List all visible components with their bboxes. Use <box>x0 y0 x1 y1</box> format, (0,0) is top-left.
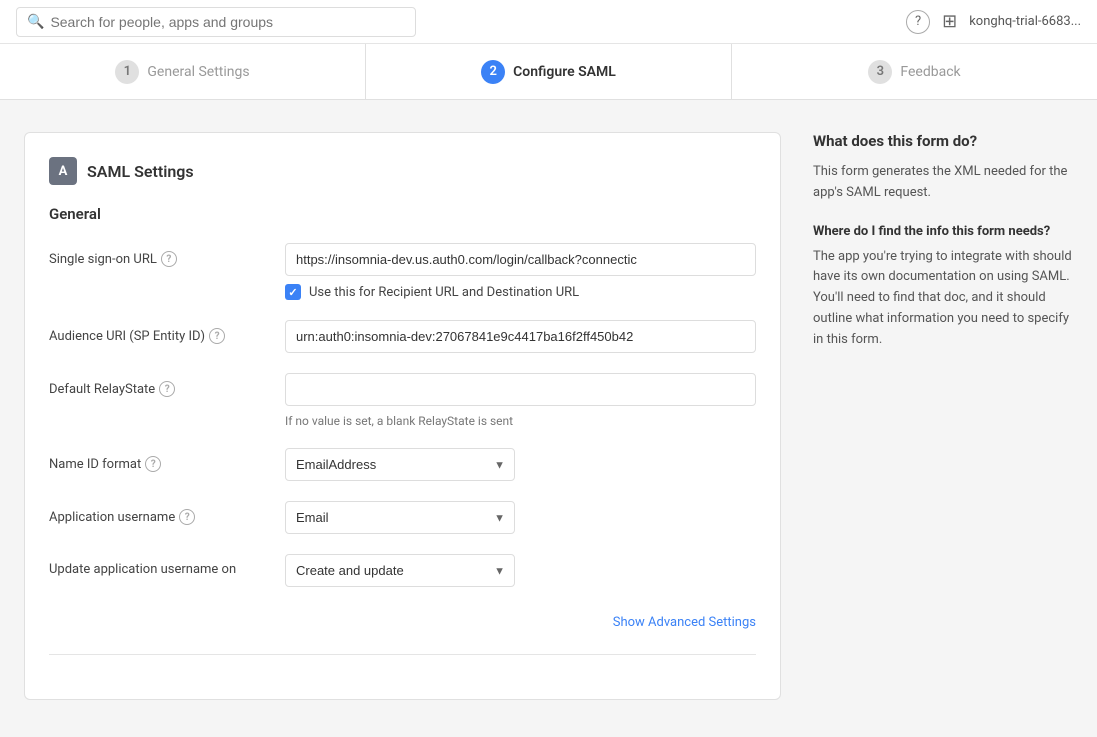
name-id-format-row: Name ID format ? EmailAddress Unspecifie… <box>49 448 756 481</box>
name-id-format-controls: EmailAddress Unspecified X509SubjectName… <box>285 448 756 481</box>
card-title: SAML Settings <box>87 162 194 181</box>
recipient-url-checkbox-row: Use this for Recipient URL and Destinati… <box>285 284 756 300</box>
grid-icon[interactable]: ⊞ <box>942 11 957 32</box>
sso-url-input[interactable] <box>285 243 756 276</box>
account-name[interactable]: konghq-trial-6683... <box>969 14 1081 29</box>
update-username-label: Update application username on <box>49 554 269 577</box>
search-bar[interactable]: 🔍 <box>16 7 416 37</box>
page-content: A SAML Settings General Single sign-on U… <box>0 100 1097 732</box>
help-icon[interactable]: ? <box>906 10 930 34</box>
audience-uri-input[interactable] <box>285 320 756 353</box>
name-id-format-select[interactable]: EmailAddress Unspecified X509SubjectName… <box>285 448 515 481</box>
sso-url-row: Single sign-on URL ? Use this for Recipi… <box>49 243 756 300</box>
top-bar: 🔍 ? ⊞ konghq-trial-6683... <box>0 0 1097 44</box>
app-username-select-wrap: Email Username Custom ▼ <box>285 501 515 534</box>
wizard-step-3[interactable]: 3 Feedback <box>732 44 1097 99</box>
audience-uri-label: Audience URI (SP Entity ID) ? <box>49 320 269 344</box>
sso-url-label: Single sign-on URL ? <box>49 243 269 267</box>
card-divider <box>49 654 756 655</box>
relay-state-hint: If no value is set, a blank RelayState i… <box>285 414 756 428</box>
name-id-format-select-wrap: EmailAddress Unspecified X509SubjectName… <box>285 448 515 481</box>
app-username-label: Application username ? <box>49 501 269 525</box>
update-username-select[interactable]: Create and update Create only <box>285 554 515 587</box>
search-input[interactable] <box>50 14 405 30</box>
relay-state-controls: If no value is set, a blank RelayState i… <box>285 373 756 428</box>
sso-url-help-icon[interactable]: ? <box>161 251 177 267</box>
card-badge: A <box>49 157 77 185</box>
step-label-3: Feedback <box>900 64 960 80</box>
update-username-select-wrap: Create and update Create only ▼ <box>285 554 515 587</box>
name-id-format-help-icon[interactable]: ? <box>145 456 161 472</box>
wizard-step-2[interactable]: 2 Configure SAML <box>366 44 732 99</box>
sso-url-controls: Use this for Recipient URL and Destinati… <box>285 243 756 300</box>
update-username-row: Update application username on Create an… <box>49 554 756 587</box>
audience-uri-controls <box>285 320 756 353</box>
sidebar-what-title: What does this form do? <box>813 132 1073 150</box>
wizard-step-1[interactable]: 1 General Settings <box>0 44 366 99</box>
sidebar-what-text: This form generates the XML needed for t… <box>813 162 1073 204</box>
relay-state-row: Default RelayState ? If no value is set,… <box>49 373 756 428</box>
step-badge-3: 3 <box>868 60 892 84</box>
app-username-help-icon[interactable]: ? <box>179 509 195 525</box>
step-label-2: Configure SAML <box>513 64 616 80</box>
wizard-steps: 1 General Settings 2 Configure SAML 3 Fe… <box>0 44 1097 100</box>
recipient-url-checkbox[interactable] <box>285 284 301 300</box>
sidebar-where-title: Where do I find the info this form needs… <box>813 224 1073 239</box>
section-title: General <box>49 205 756 223</box>
sidebar-panel: What does this form do? This form genera… <box>813 132 1073 700</box>
search-icon: 🔍 <box>27 14 44 30</box>
app-username-row: Application username ? Email Username Cu… <box>49 501 756 534</box>
top-bar-right: ? ⊞ konghq-trial-6683... <box>906 10 1081 34</box>
relay-state-label: Default RelayState ? <box>49 373 269 397</box>
main-card: A SAML Settings General Single sign-on U… <box>24 132 781 700</box>
relay-state-input[interactable] <box>285 373 756 406</box>
name-id-format-label: Name ID format ? <box>49 448 269 472</box>
app-username-select[interactable]: Email Username Custom <box>285 501 515 534</box>
recipient-url-label: Use this for Recipient URL and Destinati… <box>309 285 579 300</box>
audience-uri-help-icon[interactable]: ? <box>209 328 225 344</box>
update-username-controls: Create and update Create only ▼ <box>285 554 756 587</box>
step-label-1: General Settings <box>147 64 249 80</box>
step-badge-2: 2 <box>481 60 505 84</box>
card-header: A SAML Settings <box>49 157 756 185</box>
app-username-controls: Email Username Custom ▼ <box>285 501 756 534</box>
relay-state-help-icon[interactable]: ? <box>159 381 175 397</box>
audience-uri-row: Audience URI (SP Entity ID) ? <box>49 320 756 353</box>
advanced-settings-link-row: Show Advanced Settings <box>49 607 756 634</box>
step-badge-1: 1 <box>115 60 139 84</box>
sidebar-where-text: The app you're trying to integrate with … <box>813 247 1073 351</box>
show-advanced-settings-link[interactable]: Show Advanced Settings <box>613 615 756 630</box>
